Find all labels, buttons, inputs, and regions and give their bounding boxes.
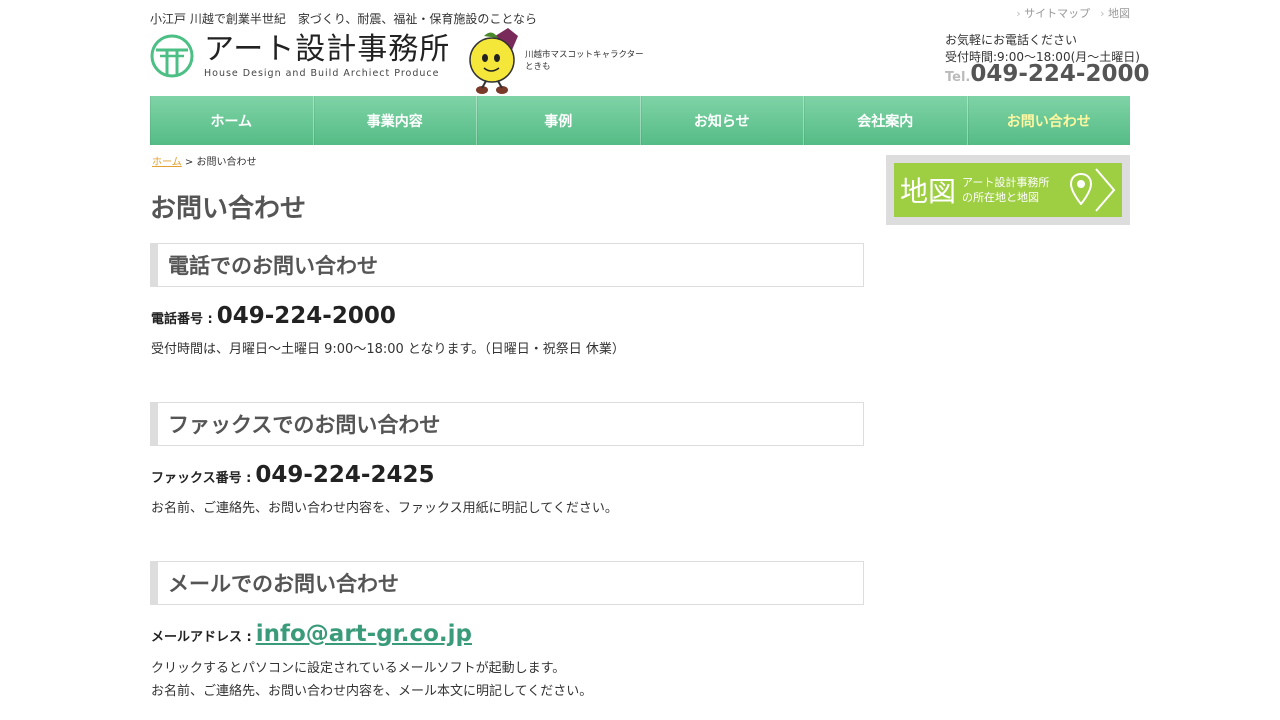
utility-links: サイトマップ 地図 <box>1016 5 1130 21</box>
phone-number: 049-224-2000 <box>216 303 396 329</box>
nav-news[interactable]: お知らせ <box>639 96 804 145</box>
fax-number: 049-224-2425 <box>255 462 435 488</box>
fax-label: ファックス番号 : <box>151 471 252 486</box>
page-title: お問い合わせ <box>150 194 307 224</box>
map-banner-text: アート設計事務所 の所在地と地図 <box>962 176 1050 204</box>
fax-section-heading: ファックスでのお問い合わせ <box>150 402 864 446</box>
map-link[interactable]: 地図 <box>1100 5 1130 21</box>
mail-label: メールアドレス : <box>151 630 252 645</box>
mail-section-heading: メールでのお問い合わせ <box>150 561 864 605</box>
site-tagline: 小江戸 川越で創業半世紀 家づくり、耐震、福祉・保育施設のことなら <box>150 12 537 26</box>
mail-note-line1: クリックするとパソコンに設定されているメールソフトが起動します。 <box>151 661 566 676</box>
nav-business[interactable]: 事業内容 <box>312 96 477 145</box>
mail-line: メールアドレス : info@art-gr.co.jp <box>151 621 472 647</box>
phone-note: 受付時間は、月曜日〜土曜日 9:00～18:00 となります。（日曜日・祝祭日 … <box>151 342 625 357</box>
logo-mark-icon <box>150 34 194 78</box>
breadcrumb-current: お問い合わせ <box>196 157 257 168</box>
phone-line: 電話番号 : 049-224-2000 <box>151 303 396 329</box>
tel-prefix: Tel. <box>945 70 971 85</box>
header-phone: Tel. 049-224-2000 <box>945 61 1150 87</box>
breadcrumb: ホーム > お問い合わせ <box>152 153 256 168</box>
contact-prompt: お気軽にお電話ください <box>945 33 1078 47</box>
fax-line: ファックス番号 : 049-224-2425 <box>151 462 434 488</box>
tel-number: 049-224-2000 <box>970 61 1150 87</box>
mascot-image <box>469 28 518 94</box>
mail-note-line2: お名前、ご連絡先、お問い合わせ内容を、メール本文に明記してください。 <box>151 684 593 699</box>
phone-section-heading: 電話でのお問い合わせ <box>150 243 864 287</box>
nav-cases[interactable]: 事例 <box>476 96 640 145</box>
map-banner-title: 地図 <box>900 175 957 208</box>
map-banner[interactable]: 地図 アート設計事務所 の所在地と地図 <box>886 155 1130 225</box>
chevron-right-icon <box>1095 168 1116 212</box>
phone-label: 電話番号 : <box>151 312 213 327</box>
map-pin-icon <box>1070 173 1092 205</box>
sitemap-link[interactable]: サイトマップ <box>1016 5 1090 21</box>
mascot-caption: 川越市マスコットキャラクター ときも <box>525 50 644 72</box>
header-contact: お気軽にお電話ください 受付時間:9:00～18:00(月～土曜日) Tel. … <box>945 32 1150 86</box>
fax-note: お名前、ご連絡先、お問い合わせ内容を、ファックス用紙に明記してください。 <box>151 501 618 516</box>
nav-contact[interactable]: お問い合わせ <box>966 96 1131 145</box>
mail-note: クリックするとパソコンに設定されているメールソフトが起動します。 お名前、ご連絡… <box>151 657 592 703</box>
breadcrumb-separator: > <box>181 157 197 168</box>
site-logo[interactable]: アート設計事務所 House Design and Build Archiect… <box>150 34 450 79</box>
nav-home[interactable]: ホーム <box>150 96 313 145</box>
nav-company[interactable]: 会社案内 <box>803 96 967 145</box>
logo-subtitle: House Design and Build Archiect Produce <box>204 68 440 79</box>
breadcrumb-home[interactable]: ホーム <box>152 157 182 168</box>
mail-address-link[interactable]: info@art-gr.co.jp <box>256 621 472 647</box>
logo-title: アート設計事務所 <box>204 32 451 67</box>
main-nav: ホーム 事業内容 事例 お知らせ 会社案内 お問い合わせ <box>150 96 1130 145</box>
